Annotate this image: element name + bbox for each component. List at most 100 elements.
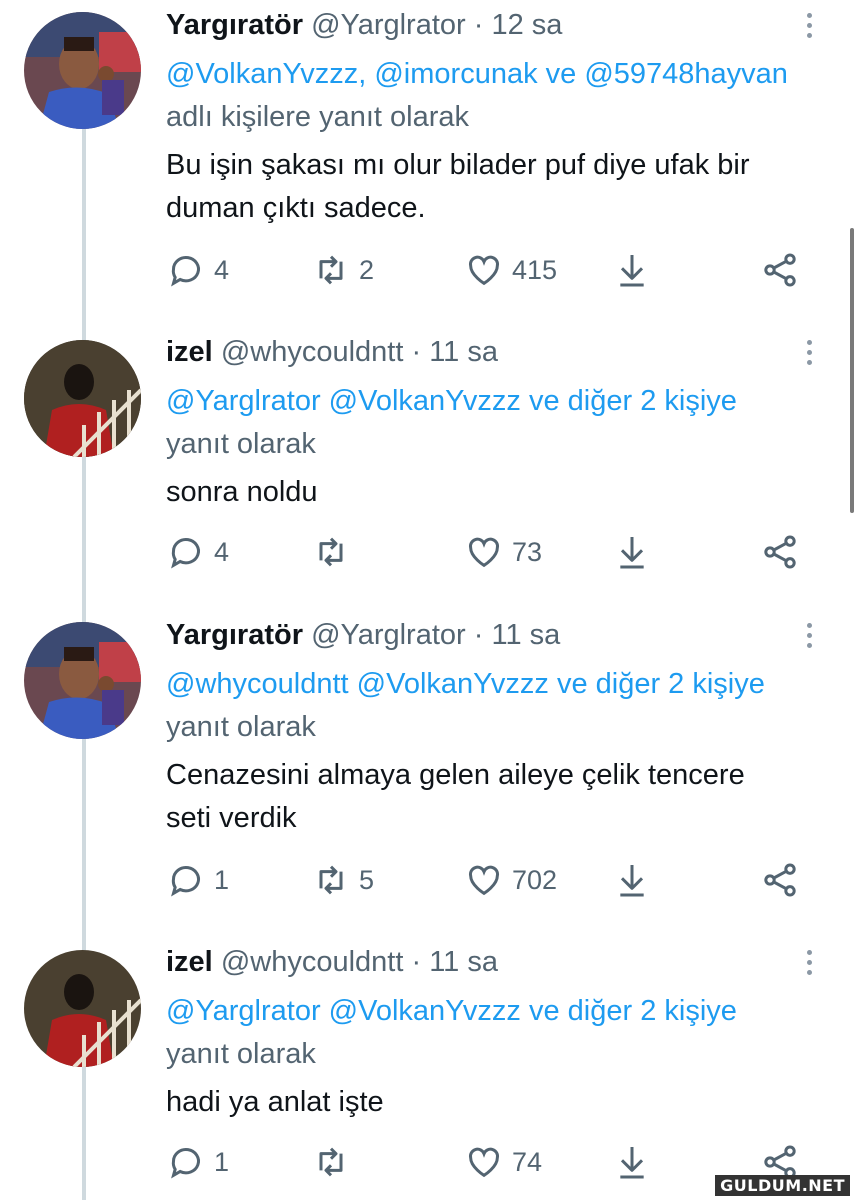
reply-suffix: adlı kişilere yanıt olarak (166, 101, 470, 133)
user-handle[interactable]: @whycouldntt (221, 946, 404, 978)
scrollbar[interactable] (850, 228, 854, 513)
like-count: 415 (512, 254, 558, 285)
reply-count: 4 (214, 254, 230, 285)
reply-context: @Yarglrator @VolkanYvzzz ve diğer 2 kişi… (166, 990, 824, 1076)
tweet-text: Bu işin şakası mı olur bilader puf diye … (166, 144, 824, 230)
display-name[interactable]: izel (166, 336, 213, 368)
share-button[interactable] (760, 532, 800, 572)
reply-button[interactable]: 1 (166, 1142, 229, 1182)
reply-suffix: yanıt olarak (166, 428, 316, 460)
retweet-button[interactable]: 2 (311, 250, 374, 290)
reply-count: 1 (214, 864, 230, 895)
heart-icon (468, 255, 500, 286)
like-count: 73 (512, 536, 543, 567)
display-name[interactable]: Yargıratör (166, 9, 303, 41)
timestamp[interactable]: 12 sa (491, 9, 562, 41)
download-button[interactable] (612, 1142, 652, 1182)
user-avatar-izel-icon (24, 950, 141, 1067)
share-button[interactable] (760, 860, 800, 900)
user-avatar-yargirator-icon (24, 12, 141, 129)
tweet-text: sonra noldu (166, 471, 824, 514)
reply-context: @VolkanYvzzz, @imorcunak ve @59748hayvan… (166, 53, 824, 139)
tweet-text-line: hadi ya anlat işte (166, 1086, 384, 1118)
retweet-icon (319, 1147, 343, 1177)
like-button[interactable]: 415 (464, 250, 557, 290)
more-vertical-icon[interactable] (794, 332, 824, 372)
reply-button[interactable]: 4 (166, 250, 229, 290)
reply-count: 1 (214, 1146, 230, 1177)
reply-mentions[interactable]: @Yarglrator @VolkanYvzzz ve diğer 2 kişi… (166, 380, 824, 423)
retweet-count: 2 (359, 254, 375, 285)
timestamp[interactable]: 11 sa (429, 946, 498, 978)
avatar-izel[interactable] (24, 950, 141, 1067)
timestamp[interactable]: 11 sa (429, 336, 498, 368)
tweet-text: hadi ya anlat işte (166, 1081, 824, 1124)
avatar-izel[interactable] (24, 340, 141, 457)
more-vertical-icon[interactable] (794, 5, 824, 45)
tweet-actions: 4 2 415 (166, 250, 826, 290)
like-button[interactable]: 74 (464, 1142, 542, 1182)
user-handle[interactable]: @Yarglrator (311, 9, 466, 41)
user-handle[interactable]: @whycouldntt (221, 336, 404, 368)
reply-button[interactable]: 1 (166, 860, 229, 900)
reply-icon (171, 538, 200, 569)
tweet-text-line: sonra noldu (166, 476, 318, 508)
reply-mentions[interactable]: @Yarglrator @VolkanYvzzz ve diğer 2 kişi… (166, 990, 824, 1033)
more-vertical-icon[interactable] (794, 942, 824, 982)
like-count: 702 (512, 864, 558, 895)
like-button[interactable]: 702 (464, 860, 557, 900)
tweet-text: Cenazesini almaya gelen aileye çelik ten… (166, 754, 824, 840)
avatar-yargirator[interactable] (24, 622, 141, 739)
watermark: GULDUM.NET (715, 1175, 850, 1196)
heart-icon (468, 1147, 500, 1178)
retweet-icon (319, 255, 343, 285)
reply-count: 4 (214, 536, 230, 567)
separator-dot: · (411, 336, 422, 368)
reply-mentions[interactable]: @whycouldntt @VolkanYvzzz ve diğer 2 kiş… (166, 663, 824, 706)
retweet-icon (319, 865, 343, 895)
share-icon (764, 863, 796, 897)
reply-icon (171, 256, 200, 287)
retweet-button[interactable]: 5 (311, 860, 374, 900)
user-handle[interactable]: @Yarglrator (311, 619, 466, 651)
heart-icon (468, 865, 500, 896)
tweet-text-line: duman çıktı sadece. (166, 192, 426, 224)
more-vertical-icon[interactable] (794, 615, 824, 655)
download-button[interactable] (612, 860, 652, 900)
retweet-count: 5 (359, 864, 375, 895)
like-count: 74 (512, 1146, 543, 1177)
reply-mentions[interactable]: @VolkanYvzzz, @imorcunak ve @59748hayvan (166, 58, 788, 90)
download-icon (620, 865, 644, 897)
share-button[interactable] (760, 250, 800, 290)
reply-icon (171, 1148, 200, 1179)
heart-icon (468, 537, 500, 568)
share-icon (764, 535, 796, 569)
retweet-button[interactable] (311, 532, 359, 572)
reply-icon (171, 866, 200, 897)
reply-context: @whycouldntt @VolkanYvzzz ve diğer 2 kiş… (166, 663, 824, 749)
separator-dot: · (473, 9, 484, 41)
download-button[interactable] (612, 250, 652, 290)
avatar-yargirator[interactable] (24, 12, 141, 129)
like-button[interactable]: 73 (464, 532, 542, 572)
download-button[interactable] (612, 532, 652, 572)
reply-context: @Yarglrator @VolkanYvzzz ve diğer 2 kişi… (166, 380, 824, 466)
download-icon (620, 1147, 644, 1179)
download-icon (620, 537, 644, 569)
reply-suffix: yanıt olarak (166, 711, 316, 743)
separator-dot: · (473, 619, 484, 651)
user-avatar-yargirator-icon (24, 622, 141, 739)
download-icon (620, 255, 644, 287)
share-icon (764, 253, 796, 287)
timestamp[interactable]: 11 sa (491, 619, 560, 651)
reply-suffix: yanıt olarak (166, 1038, 316, 1070)
display-name[interactable]: Yargıratör (166, 619, 303, 651)
user-avatar-izel-icon (24, 340, 141, 457)
display-name[interactable]: izel (166, 946, 213, 978)
reply-button[interactable]: 4 (166, 532, 229, 572)
retweet-icon (319, 537, 343, 567)
tweet-text-line: seti verdik (166, 802, 297, 834)
retweet-button[interactable] (311, 1142, 359, 1182)
separator-dot: · (411, 946, 422, 978)
tweet-text-line: Bu işin şakası mı olur bilader puf diye … (166, 149, 750, 181)
